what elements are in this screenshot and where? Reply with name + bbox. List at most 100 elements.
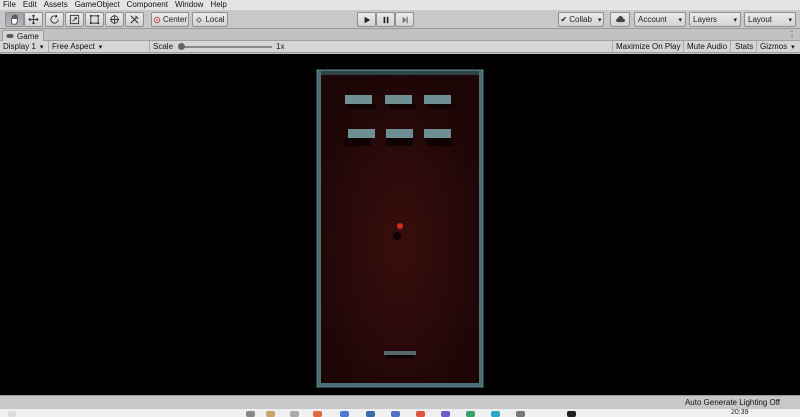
main-toolbar: Center Local ✔ Collab Account Layers Lay… [0, 10, 800, 29]
status-bar: Auto Generate Lighting Off [0, 395, 800, 409]
taskbar-app-icon[interactable] [441, 411, 450, 417]
brick [348, 129, 375, 138]
account-dropdown[interactable]: Account [634, 12, 686, 27]
space-label: Local [205, 15, 225, 24]
scale-slider-track[interactable] [180, 46, 272, 48]
account-label: Account [638, 15, 667, 24]
move-tool-icon [28, 14, 39, 25]
cloud-icon [615, 16, 625, 23]
pause-icon [383, 16, 388, 23]
pause-button[interactable] [376, 12, 395, 27]
layers-dropdown[interactable]: Layers [689, 12, 741, 27]
taskbar-app-icon[interactable] [491, 411, 500, 417]
lighting-status[interactable]: Auto Generate Lighting Off [685, 398, 780, 407]
scale-control: Scale 1x [150, 41, 292, 53]
gizmos-dropdown[interactable]: Gizmos [757, 41, 798, 53]
menu-gameobject[interactable]: GameObject [75, 0, 120, 10]
pivot-icon [153, 16, 161, 23]
game-viewport[interactable] [0, 54, 800, 395]
hand-tool-button[interactable] [5, 12, 24, 27]
taskbar-app-icon[interactable] [340, 411, 349, 417]
brick [345, 95, 372, 104]
cloud-button[interactable] [610, 12, 630, 27]
collab-dropdown[interactable]: ✔ Collab [558, 12, 604, 27]
collab-icon: ✔ [560, 15, 568, 24]
custom-tool-button[interactable] [125, 12, 144, 27]
brick-shadow [428, 104, 455, 109]
brick-shadow [389, 104, 416, 109]
brick-shadow [349, 104, 376, 109]
game-controller-icon [6, 34, 14, 38]
transform-tool-icon [109, 14, 120, 25]
collab-label: Collab [569, 15, 592, 24]
taskbar-app-icon[interactable] [290, 411, 299, 417]
brick-shadow [426, 138, 453, 146]
ball-shadow [393, 232, 401, 240]
brick-shadow [344, 138, 371, 146]
menu-edit[interactable]: Edit [23, 0, 37, 10]
maximize-label: Maximize On Play [616, 42, 681, 51]
game-view-toolbar: Display 1 Free Aspect Scale 1x Maximize … [0, 41, 800, 53]
taskbar-app-icon[interactable] [416, 411, 425, 417]
aspect-dropdown[interactable]: Free Aspect [49, 41, 150, 53]
arena-top-wall [321, 71, 479, 75]
taskbar-app-icon[interactable] [366, 411, 375, 417]
rect-tool-icon [89, 14, 100, 25]
custom-tool-icon [130, 15, 139, 24]
brick [386, 129, 413, 138]
transform-tool-button[interactable] [105, 12, 124, 27]
taskbar-clock[interactable]: 20:39 [731, 409, 749, 416]
taskbar-app-icon[interactable] [246, 411, 255, 417]
tab-game-label: Game [17, 31, 39, 41]
os-taskbar: 20:39 [0, 409, 800, 417]
taskbar-app-icon[interactable] [466, 411, 475, 417]
stats-label: Stats [735, 42, 754, 51]
ball [397, 223, 403, 229]
rotate-tool-button[interactable] [45, 12, 64, 27]
stats-toggle[interactable]: Stats [732, 41, 758, 53]
hand-tool-icon [11, 14, 18, 25]
play-icon [364, 16, 370, 23]
menu-help[interactable]: Help [210, 0, 226, 10]
maximize-on-play-toggle[interactable]: Maximize On Play [612, 41, 685, 53]
mute-audio-toggle[interactable]: Mute Audio [684, 41, 732, 53]
scale-label: Scale [153, 42, 174, 51]
brick [385, 95, 412, 104]
game-scene [316, 69, 484, 388]
pivot-center-toggle[interactable]: Center [151, 12, 189, 27]
layout-label: Layout [748, 15, 773, 24]
menu-file[interactable]: File [3, 0, 16, 10]
pivot-label: Center [162, 15, 187, 24]
scale-value: 1x [276, 42, 285, 51]
display-dropdown[interactable]: Display 1 [0, 41, 49, 53]
taskbar-app-icon[interactable] [313, 411, 322, 417]
brick [424, 129, 451, 138]
play-button[interactable] [357, 12, 376, 27]
local-space-icon [196, 16, 203, 23]
tab-menu-icon[interactable]: ⋮ [788, 30, 796, 39]
taskbar-app-icon[interactable] [567, 411, 576, 417]
taskbar-app-icon[interactable] [391, 411, 400, 417]
taskbar-app-icon[interactable] [516, 411, 525, 417]
step-button[interactable] [395, 12, 414, 27]
layout-dropdown[interactable]: Layout [744, 12, 796, 27]
paddle-shadow [386, 355, 414, 358]
scale-tool-button[interactable] [65, 12, 84, 27]
menu-bar: File Edit Assets GameObject Component Wi… [0, 0, 800, 10]
pivot-space-toggle[interactable]: Local [192, 12, 228, 27]
menu-window[interactable]: Window [175, 0, 203, 10]
taskbar-app-icon[interactable] [266, 411, 275, 417]
tab-game[interactable]: Game [2, 30, 44, 41]
gizmos-label: Gizmos [760, 42, 788, 51]
start-icon[interactable] [8, 411, 16, 417]
rotate-tool-icon [50, 14, 59, 24]
window-tab-bar: Game ⋮ [0, 29, 800, 41]
menu-component[interactable]: Component [127, 0, 168, 10]
brick-shadow [386, 138, 413, 146]
layers-label: Layers [693, 15, 718, 24]
scale-slider-thumb[interactable] [178, 43, 185, 50]
menu-assets[interactable]: Assets [44, 0, 68, 10]
move-tool-button[interactable] [24, 12, 43, 27]
display-label: Display 1 [3, 42, 36, 51]
rect-tool-button[interactable] [85, 12, 104, 27]
